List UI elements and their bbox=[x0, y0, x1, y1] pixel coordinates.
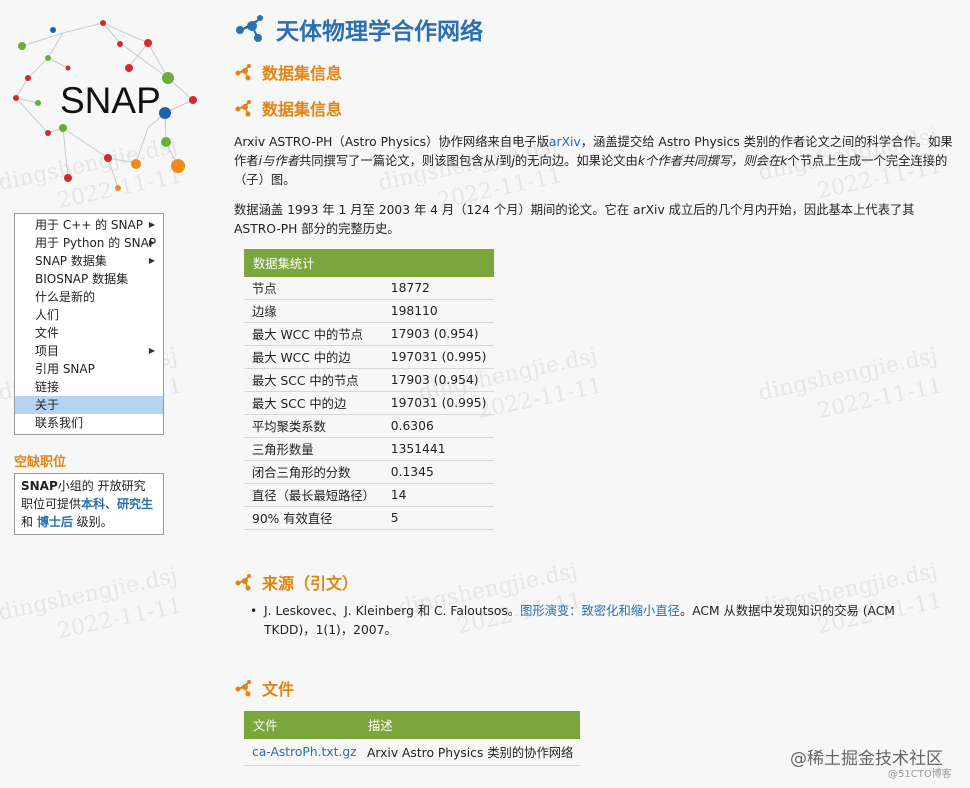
section-title: 来源（引文） bbox=[262, 574, 359, 593]
jobs-sep: 、 bbox=[105, 497, 118, 511]
network-icon bbox=[236, 15, 263, 42]
table-row: 最大 SCC 中的节点 17903 (0.954) bbox=[244, 368, 494, 392]
watermark: dingshengjie.dsj 2022-11-11 bbox=[756, 343, 945, 425]
file-download-link[interactable]: ca-AstroPh.txt.gz bbox=[252, 745, 357, 759]
nav-item-label: 人们 bbox=[35, 308, 60, 322]
nav-item-snap-python[interactable]: 用于 Python 的 SNAP ▶ bbox=[15, 234, 163, 252]
postdoc-link[interactable]: 博士后 bbox=[37, 515, 73, 529]
nav-item-about[interactable]: 关于 bbox=[15, 396, 163, 414]
nav-item-label: BIOSNAP 数据集 bbox=[35, 272, 129, 286]
section-heading: 文件 bbox=[234, 676, 294, 700]
bullet: • bbox=[250, 604, 258, 618]
files-table: 文件 描述 ca-AstroPh.txt.gz Arxiv Astro Phys… bbox=[244, 711, 580, 766]
table-row: 最大 WCC 中的边 197031 (0.995) bbox=[244, 345, 494, 369]
file-description: Arxiv Astro Physics 类别的协作网络 bbox=[359, 739, 580, 766]
table-row: 90% 有效直径 5 bbox=[244, 506, 494, 530]
chevron-right-icon: ▶ bbox=[148, 346, 155, 355]
undergrad-link[interactable]: 本科 bbox=[81, 497, 105, 511]
section-heading: 数据集信息 bbox=[234, 96, 342, 120]
nav-item-contact[interactable]: 联系我们 bbox=[15, 414, 163, 432]
section-heading: 数据集信息 bbox=[234, 60, 342, 84]
nav-item-label: 引用 SNAP bbox=[35, 362, 95, 376]
dataset-stats-table: 数据集统计 节点 18772 边缘 198110 最大 WCC 中的节点 17903 … bbox=[244, 249, 494, 530]
section-title: 数据集信息 bbox=[262, 64, 343, 83]
nav-item-papers[interactable]: 文件 bbox=[15, 324, 163, 342]
nav-item-snap-datasets[interactable]: SNAP 数据集 ▶ bbox=[15, 252, 163, 270]
nav-item-cite-snap[interactable]: 引用 SNAP bbox=[15, 360, 163, 378]
grad-link[interactable]: 研究生 bbox=[117, 497, 153, 511]
page-title-text: 天体物理学合作网络 bbox=[276, 19, 483, 45]
snap-logo[interactable]: SNAP bbox=[8, 18, 208, 193]
nav-item-label: 联系我们 bbox=[35, 416, 84, 430]
nav-item-label: 用于 C++ 的 SNAP bbox=[35, 218, 143, 232]
nav-item-people[interactable]: 人们 bbox=[15, 306, 163, 324]
nav-item-label: 链接 bbox=[35, 380, 60, 394]
watermark: dingshengjie.dsj 2022-11-11 bbox=[0, 563, 185, 645]
nav-item-label: 用于 Python 的 SNAP bbox=[35, 236, 157, 250]
dataset-coverage: 数据涵盖 1993 年 1 月至 2003 年 4 月（124 个月）期间的论文… bbox=[234, 203, 915, 236]
paper-link[interactable]: 图形演变：致密化和缩小直径 bbox=[520, 604, 680, 618]
nav-item-links[interactable]: 链接 bbox=[15, 378, 163, 396]
jobs-snap: SNAP bbox=[21, 479, 58, 493]
section-title: 文件 bbox=[262, 680, 295, 699]
table-row: 平均聚类系数 0.6306 bbox=[244, 414, 494, 438]
nav-item-label: 项目 bbox=[35, 344, 60, 358]
sidebar-nav: 用于 C++ 的 SNAP ▶ 用于 Python 的 SNAP ▶ SNAP 数据… bbox=[14, 213, 164, 435]
section-network-icon bbox=[235, 64, 251, 81]
table-row: 边缘 198110 bbox=[244, 299, 494, 323]
nav-item-label: 文件 bbox=[35, 326, 60, 340]
jobs-title: 空缺职位 bbox=[14, 455, 67, 470]
table-row: 节点 18772 bbox=[244, 277, 494, 300]
table-row: 闭合三角形的分数 0.1345 bbox=[244, 460, 494, 484]
files-col-desc: 描述 bbox=[359, 711, 580, 739]
jobs-and: 和 bbox=[21, 515, 37, 529]
nav-item-label: SNAP 数据集 bbox=[35, 254, 107, 268]
section-network-icon bbox=[235, 574, 251, 591]
arxiv-link[interactable]: arXiv bbox=[549, 135, 581, 149]
table-row: 最大 WCC 中的节点 17903 (0.954) bbox=[244, 322, 494, 346]
cto-watermark: @51CTO博客 bbox=[888, 769, 952, 780]
chevron-right-icon: ▶ bbox=[148, 238, 155, 247]
citation: • J. Leskovec、J. Kleinberg 和 C. Faloutsos… bbox=[250, 604, 895, 637]
nav-item-projects[interactable]: 项目 ▶ bbox=[15, 342, 163, 360]
table-row: ca-AstroPh.txt.gz Arxiv Astro Physics 类别… bbox=[244, 739, 580, 766]
network-graph-icon: SNAP bbox=[13, 20, 197, 191]
nav-item-label: 关于 bbox=[35, 398, 60, 412]
nav-item-label: 什么是新的 bbox=[35, 290, 96, 304]
logo-text: SNAP bbox=[60, 80, 161, 121]
nav-item-biosnap[interactable]: BIOSNAP 数据集 bbox=[15, 270, 163, 288]
jobs-text-end: 级别。 bbox=[72, 515, 113, 529]
table-row: 最大 SCC 中的边 197031 (0.995) bbox=[244, 391, 494, 415]
jobs-box: SNAP小组的 开放研究职位可提供本科、研究生 和 博士后 级别。 bbox=[14, 473, 164, 535]
section-title: 数据集信息 bbox=[262, 100, 343, 119]
chevron-right-icon: ▶ bbox=[148, 256, 155, 265]
stats-header: 数据集统计 bbox=[244, 249, 494, 277]
table-row: 三角形数量 1351441 bbox=[244, 437, 494, 461]
section-network-icon bbox=[235, 680, 251, 697]
section-heading: 来源（引文） bbox=[234, 570, 358, 594]
section-network-icon bbox=[235, 100, 251, 117]
page-title: 天体物理学合作网络 bbox=[234, 12, 483, 46]
files-col-file: 文件 bbox=[244, 711, 359, 739]
table-row: 直径（最长最短路径） 14 bbox=[244, 483, 494, 507]
nav-item-snap-cpp[interactable]: 用于 C++ 的 SNAP ▶ bbox=[15, 216, 163, 234]
chevron-right-icon: ▶ bbox=[148, 220, 155, 229]
nav-item-whats-new[interactable]: 什么是新的 bbox=[15, 288, 163, 306]
dataset-description: Arxiv ASTRO-PH（Astro Physics）协作网络来自电子版ar… bbox=[234, 135, 953, 187]
